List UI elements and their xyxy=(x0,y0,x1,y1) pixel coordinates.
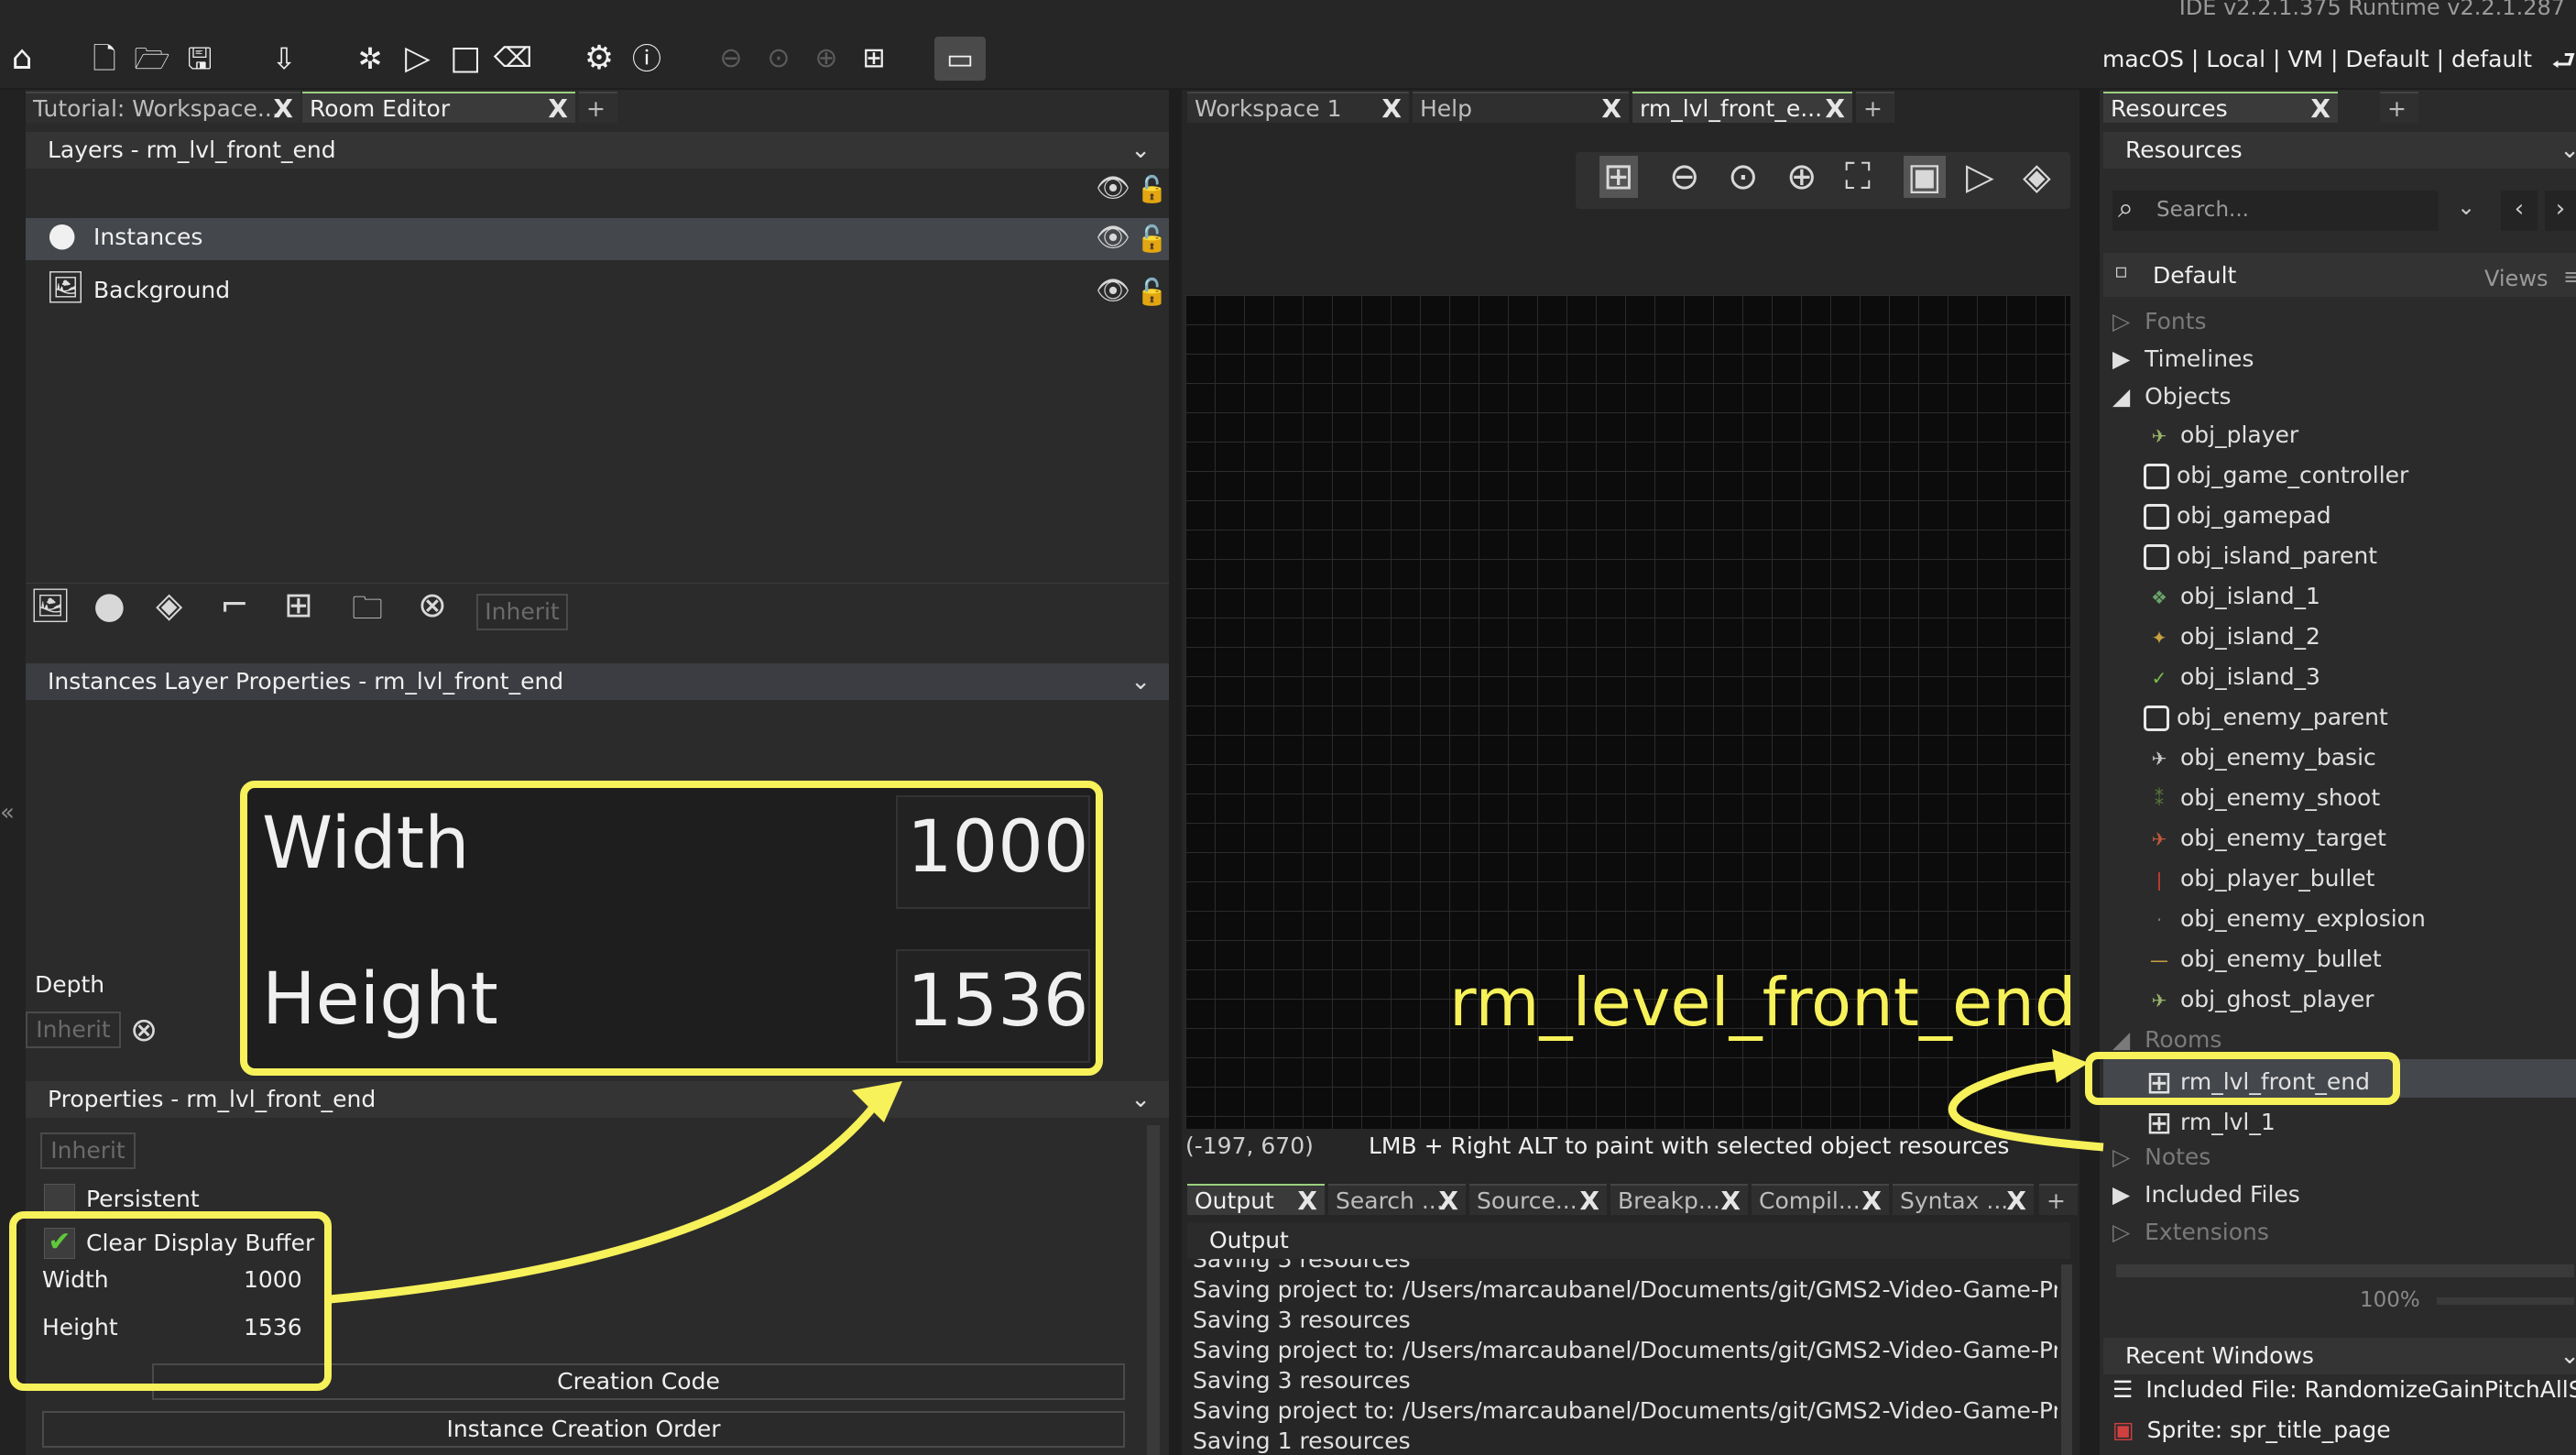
annotation-arrows xyxy=(329,1049,2104,1304)
arrow-to-callout xyxy=(329,1097,883,1304)
arrowhead-room xyxy=(2052,1049,2089,1083)
arrow-to-room-item xyxy=(1948,1060,2104,1152)
arrowhead-callout xyxy=(852,1081,902,1122)
